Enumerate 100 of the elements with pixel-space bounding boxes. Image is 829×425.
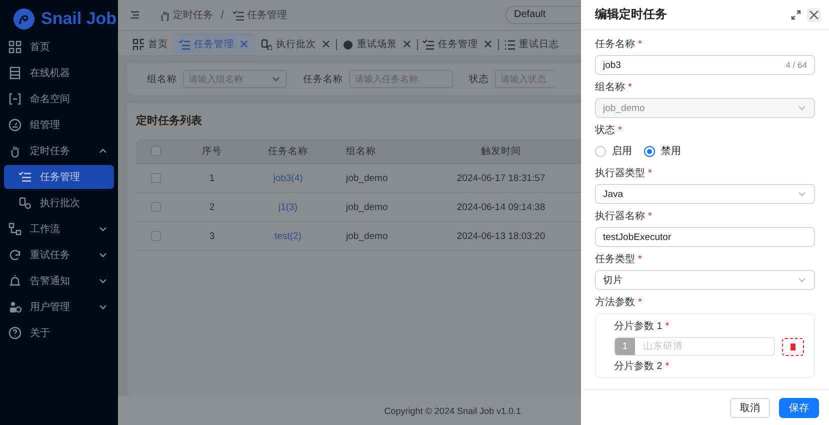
- close-tab-button[interactable]: [238, 38, 250, 50]
- checklist-icon: [232, 9, 244, 21]
- fullscreen-button[interactable]: [791, 10, 801, 20]
- row-checkbox[interactable]: [151, 202, 161, 212]
- checklist-icon: [178, 38, 190, 50]
- close-icon: [484, 40, 492, 48]
- chevron-down-icon: [98, 224, 108, 234]
- table-cell: job_demo: [346, 172, 388, 184]
- required-mark: *: [638, 254, 642, 264]
- close-icon: [403, 40, 411, 48]
- tab[interactable]: 重试日志: [499, 33, 563, 55]
- filter-label: 状态: [469, 72, 489, 86]
- bell-icon: [8, 274, 22, 288]
- checklist-icon: [422, 38, 434, 50]
- required-mark: *: [638, 38, 642, 50]
- table-cell: 2024-06-17 18:31:57: [456, 172, 546, 184]
- retry-icon: [8, 248, 22, 262]
- field-label: 执行器类型: [595, 166, 645, 180]
- required-mark: *: [648, 168, 652, 178]
- sidebar-item[interactable]: 工作流: [4, 217, 114, 241]
- sidebar-item[interactable]: 组管理: [4, 113, 114, 137]
- select-field[interactable]: 切片: [595, 270, 815, 290]
- field-label: 分片参数 2: [614, 360, 662, 373]
- sidebar-item[interactable]: 定时任务: [4, 139, 114, 163]
- column-header: 组名称: [345, 144, 377, 158]
- delete-button[interactable]: [782, 338, 804, 356]
- sidebar-item[interactable]: 执行批次: [4, 191, 114, 215]
- copyright-text: Copyright © 2024 Snail Job v1.0.1: [384, 406, 521, 416]
- input-field[interactable]: job3 4 / 64: [595, 55, 815, 75]
- snail-logo-icon: [13, 8, 35, 30]
- list-icon: [503, 38, 515, 50]
- required-mark: *: [618, 124, 622, 136]
- row-checkbox[interactable]: [151, 231, 161, 241]
- row-checkbox[interactable]: [151, 173, 161, 183]
- sidebar-item[interactable]: 首页: [4, 35, 114, 59]
- breadcrumb-link[interactable]: 定时任务: [158, 8, 213, 22]
- sidebar-item[interactable]: 命名空间: [4, 87, 114, 111]
- drawer-title: 编辑定时任务: [595, 6, 668, 23]
- required-mark: *: [665, 360, 670, 372]
- expand-icon: [791, 10, 801, 20]
- tab[interactable]: 任务管理: [418, 33, 498, 55]
- save-button[interactable]: 保存: [779, 398, 819, 418]
- chevron-down-icon: [797, 189, 807, 199]
- close-button[interactable]: [807, 8, 821, 22]
- sidebar-item[interactable]: 用户管理: [4, 295, 114, 319]
- table-cell: 3: [209, 230, 215, 242]
- table-cell: job_demo: [346, 230, 388, 242]
- cancel-button[interactable]: 取消: [730, 398, 770, 418]
- close-icon: [240, 40, 248, 48]
- grid-icon: [132, 38, 144, 50]
- app-logo-text: Snail Job: [41, 9, 117, 29]
- sidebar-item[interactable]: 任务管理: [4, 165, 114, 189]
- sidebar-item[interactable]: 关于: [4, 321, 114, 345]
- table-cell: 2024-06-13 18:03:20: [456, 230, 546, 242]
- help-icon: [8, 326, 22, 340]
- field-label: 任务名称: [595, 38, 635, 51]
- gauge-icon: [8, 118, 22, 132]
- sidebar-item[interactable]: 在线机器: [4, 61, 114, 85]
- users-icon: [8, 300, 22, 314]
- required-mark: *: [628, 82, 632, 92]
- close-tab-button[interactable]: [401, 38, 413, 50]
- index-addon: 1: [615, 338, 635, 355]
- radio-option[interactable]: 禁用: [644, 144, 681, 158]
- field-label: 状态: [595, 124, 615, 137]
- checklist-icon: [18, 170, 32, 184]
- table-cell: 2024-06-14 09:14:38: [456, 202, 546, 212]
- table-cell: 2: [209, 202, 215, 212]
- tab[interactable]: 重试场景: [337, 33, 417, 55]
- required-mark: *: [638, 296, 642, 308]
- select-all-checkbox[interactable]: [151, 146, 161, 156]
- close-tab-button[interactable]: [320, 38, 332, 50]
- menu-icon: [130, 10, 140, 20]
- filter-label: 组名称: [147, 72, 177, 86]
- record-icon: [341, 38, 353, 50]
- breadcrumb-separator: /: [221, 10, 224, 20]
- select-field[interactable]: Java: [595, 184, 815, 204]
- radio-option[interactable]: 启用: [595, 144, 632, 158]
- brackets-icon: [8, 92, 22, 106]
- table-cell: job_demo: [346, 202, 388, 212]
- field-label: 执行器名称: [595, 210, 645, 223]
- chevron-down-icon: [98, 302, 108, 312]
- chevron-down-icon: [98, 276, 108, 286]
- field-label: 方法参数: [595, 296, 635, 309]
- breadcrumb-link[interactable]: 任务管理: [232, 8, 287, 22]
- tab[interactable]: 首页: [128, 33, 172, 55]
- chevron-down-icon: [98, 250, 108, 260]
- close-tab-button[interactable]: [482, 38, 494, 50]
- column-header: 触发时间: [480, 144, 522, 158]
- sidebar-item[interactable]: 重试任务: [4, 243, 114, 267]
- chevron-down-icon: [271, 74, 281, 84]
- server-icon: [8, 66, 22, 80]
- field-label: 组名称: [595, 81, 625, 94]
- required-mark: *: [648, 210, 652, 222]
- sidebar-item[interactable]: 告警通知: [4, 269, 114, 293]
- close-icon: [322, 40, 330, 48]
- tab[interactable]: 执行批次: [256, 33, 336, 55]
- input-field[interactable]: testJobExecutor: [595, 227, 815, 247]
- close-icon: [809, 10, 819, 20]
- table-cell: 1: [209, 172, 215, 184]
- column-header: 任务名称: [267, 144, 309, 158]
